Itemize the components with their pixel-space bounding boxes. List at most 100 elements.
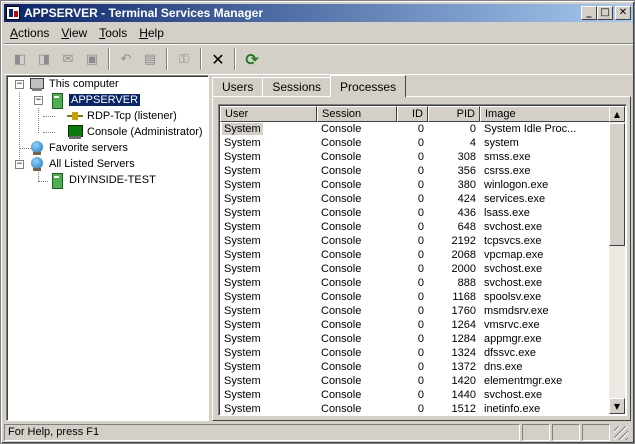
- table-row[interactable]: System Console 0 1420 elementmgr.exe: [220, 375, 610, 389]
- cell-text: Console: [321, 333, 362, 345]
- cell-text: 0: [469, 123, 476, 135]
- table-row[interactable]: System Console 0 0 System Idle Proc...: [220, 123, 610, 137]
- resize-grip[interactable]: [614, 425, 628, 440]
- column-header-user[interactable]: User: [220, 106, 317, 122]
- table-row[interactable]: System Console 0 308 smss.exe: [220, 151, 610, 165]
- cell-id: 0: [397, 249, 428, 263]
- toolbar-separator: [234, 48, 236, 70]
- cell-image: msmdsrv.exe: [480, 305, 610, 319]
- menu-tools[interactable]: Tools: [93, 26, 133, 40]
- cell-text: Console: [321, 179, 362, 191]
- table-row[interactable]: System Console 0 888 svchost.exe: [220, 277, 610, 291]
- title-bar[interactable]: APPSERVER - Terminal Services Manager _ …: [4, 4, 633, 22]
- scroll-thumb[interactable]: [609, 123, 625, 246]
- cell-text: Console: [321, 123, 362, 135]
- status-icon[interactable]: ▤: [138, 47, 162, 71]
- table-row[interactable]: System Console 0 424 services.exe: [220, 193, 610, 207]
- cell-text: 0: [417, 403, 424, 415]
- send-message-icon[interactable]: ✉: [56, 47, 80, 71]
- collapse-all-listed-servers[interactable]: −: [15, 160, 24, 169]
- tab-sessions[interactable]: Sessions: [262, 77, 332, 97]
- collapse-appserver[interactable]: −: [34, 96, 43, 105]
- column-header-session[interactable]: Session: [317, 106, 397, 122]
- menu-help[interactable]: Help: [133, 26, 170, 40]
- tree-item-favorite-servers[interactable]: Favorite servers: [29, 140, 128, 156]
- table-row[interactable]: System Console 0 380 winlogon.exe: [220, 179, 610, 193]
- tree-item-appserver[interactable]: APPSERVER: [49, 92, 141, 109]
- tree-connector: [38, 181, 48, 182]
- table-row[interactable]: System Console 0 2192 tcpsvcs.exe: [220, 235, 610, 249]
- vertical-scrollbar[interactable]: ▲ ▼: [609, 106, 625, 414]
- column-header-image[interactable]: Image: [480, 106, 610, 122]
- cell-text: 0: [417, 123, 424, 135]
- cell-user: System: [220, 305, 317, 319]
- cell-text: 2068: [451, 249, 476, 261]
- end-process-icon[interactable]: ✕: [206, 47, 230, 71]
- cell-text: System: [224, 193, 261, 205]
- cell-user: System: [220, 123, 317, 137]
- disconnect-icon[interactable]: ◨: [32, 47, 56, 71]
- table-row[interactable]: System Console 0 1512 inetinfo.exe: [220, 403, 610, 415]
- table-row[interactable]: System Console 0 1372 dns.exe: [220, 361, 610, 375]
- cell-text: Console: [321, 277, 362, 289]
- toolbar-separator: [108, 48, 110, 70]
- cell-text: 2192: [451, 235, 476, 247]
- reset-icon[interactable]: ↶: [114, 47, 138, 71]
- table-row[interactable]: System Console 0 2000 svchost.exe: [220, 263, 610, 277]
- cell-user: System: [220, 403, 317, 415]
- table-row[interactable]: System Console 0 1284 appmgr.exe: [220, 333, 610, 347]
- cell-id: 0: [397, 221, 428, 235]
- computer-icon: [29, 76, 45, 92]
- console-session-icon: [67, 124, 83, 140]
- cell-pid: 1284: [428, 333, 480, 347]
- table-row[interactable]: System Console 0 1760 msmdsrv.exe: [220, 305, 610, 319]
- remote-control-icon[interactable]: ▣: [80, 47, 104, 71]
- menu-actions[interactable]: Actions: [4, 26, 55, 40]
- cell-pid: 1264: [428, 319, 480, 333]
- cell-user: System: [220, 361, 317, 375]
- table-row[interactable]: System Console 0 2068 vpcmap.exe: [220, 249, 610, 263]
- table-row[interactable]: System Console 0 1264 vmsrvc.exe: [220, 319, 610, 333]
- tab-processes[interactable]: Processes: [330, 75, 407, 97]
- logoff-icon[interactable]: ⚿: [172, 47, 196, 71]
- table-row[interactable]: System Console 0 436 lsass.exe: [220, 207, 610, 221]
- column-header-pid[interactable]: PID: [428, 106, 480, 122]
- cell-text: Console: [321, 347, 362, 359]
- main-window: APPSERVER - Terminal Services Manager _ …: [0, 0, 635, 444]
- cell-pid: 380: [428, 179, 480, 193]
- minimize-button[interactable]: _: [581, 6, 597, 20]
- cell-text: System: [224, 207, 261, 219]
- tree-item-this-computer[interactable]: This computer: [29, 76, 119, 92]
- tab-users[interactable]: Users: [212, 77, 264, 97]
- cell-user: System: [220, 235, 317, 249]
- table-row[interactable]: System Console 0 1168 spoolsv.exe: [220, 291, 610, 305]
- process-list[interactable]: User Session ID PID Image System Console 0…: [218, 104, 627, 416]
- terminal-services-icon[interactable]: [6, 6, 20, 20]
- column-header-id[interactable]: ID: [397, 106, 428, 122]
- connect-icon[interactable]: ◧: [8, 47, 32, 71]
- table-row[interactable]: System Console 0 4 system: [220, 137, 610, 151]
- collapse-this-computer[interactable]: −: [15, 80, 24, 89]
- cell-text: System: [224, 151, 261, 163]
- tree-item-rdp-listener[interactable]: RDP-Tcp (listener): [67, 108, 177, 124]
- cell-text: System: [224, 403, 261, 415]
- menu-view[interactable]: View: [55, 26, 93, 40]
- tree-item-console[interactable]: Console (Administrator): [67, 124, 203, 140]
- cell-user: System: [220, 389, 317, 403]
- table-row[interactable]: System Console 0 1440 svchost.exe: [220, 389, 610, 403]
- cell-pid: 2068: [428, 249, 480, 263]
- server-tree[interactable]: − This computer − APPSERVER RDP-Tcp (lis…: [6, 75, 209, 421]
- maximize-button[interactable]: □: [597, 6, 613, 20]
- table-row[interactable]: System Console 0 648 svchost.exe: [220, 221, 610, 235]
- tree-item-diyinside-test[interactable]: DIYINSIDE-TEST: [49, 172, 156, 189]
- table-row[interactable]: System Console 0 1324 dfssvc.exe: [220, 347, 610, 361]
- table-row[interactable]: System Console 0 356 csrss.exe: [220, 165, 610, 179]
- detail-pane: Users Sessions Processes User Session ID…: [212, 75, 631, 421]
- cell-text: System: [224, 347, 261, 359]
- close-button[interactable]: ✕: [615, 6, 631, 20]
- refresh-icon[interactable]: ⟳: [240, 47, 264, 71]
- scroll-up-button[interactable]: ▲: [609, 106, 625, 122]
- cell-id: 0: [397, 263, 428, 277]
- scroll-down-button[interactable]: ▼: [609, 398, 625, 414]
- tree-item-all-listed-servers[interactable]: All Listed Servers: [29, 156, 135, 172]
